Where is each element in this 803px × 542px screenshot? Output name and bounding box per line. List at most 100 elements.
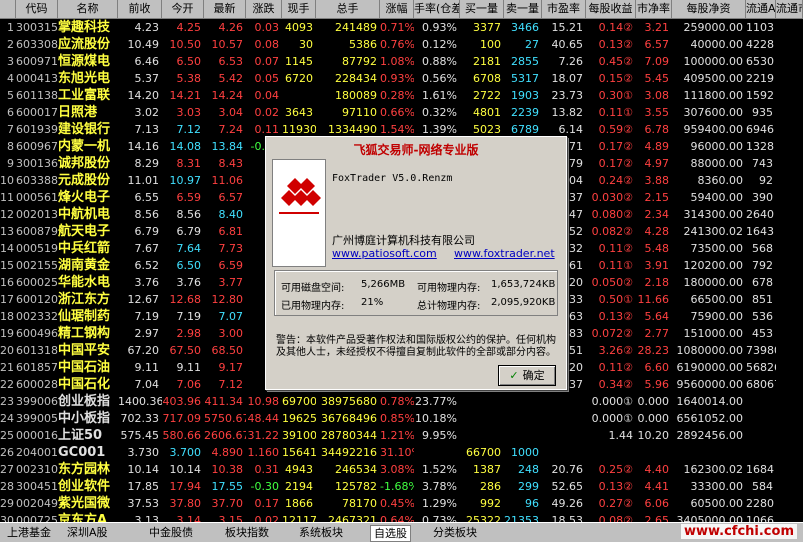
cell-value: 4943: [285, 463, 313, 476]
table-row[interactable]: 23 399006 创业板指 1400.36 403.96 411.34 10.98 6970…: [0, 393, 803, 410]
column-header[interactable]: 最新: [204, 0, 246, 18]
column-header[interactable]: 涨幅: [380, 0, 414, 18]
cell-value: 3.78%: [422, 480, 457, 493]
cell-value: 96: [525, 497, 539, 510]
patiosoft-link[interactable]: www.patiosoft.com: [332, 247, 437, 260]
cell-value: 0.02: [254, 514, 280, 522]
stock-code: 000725: [16, 514, 58, 522]
column-header[interactable]: 代码: [16, 0, 58, 18]
cell-value: 8.56: [134, 208, 160, 221]
column-header[interactable]: 市盈率: [542, 0, 586, 18]
column-header[interactable]: 每股收益: [586, 0, 636, 18]
column-header[interactable]: 今开: [162, 0, 204, 18]
cell-value: 5.37: [134, 72, 160, 85]
cell-value: 66700: [466, 446, 501, 459]
table-row[interactable]: 27 002310 东方园林 10.14 10.14 10.38 0.31 4943 24653…: [0, 461, 803, 478]
row-index: 10: [0, 174, 14, 187]
cell-value: 6.06: [644, 497, 670, 510]
cell-value: 1.160: [247, 446, 280, 459]
cell-value: 14.24: [211, 89, 244, 102]
table-row[interactable]: 1 300315 掌趣科技 4.23 4.25 4.26 0.03 4093 241489 0.7…: [0, 19, 803, 36]
cell-value: 73980: [746, 344, 776, 357]
column-header[interactable]: 买一量: [460, 0, 504, 18]
cell-value: 196252: [282, 412, 316, 425]
foxtrader-link[interactable]: www.foxtrader.net: [454, 247, 555, 260]
cell-value: 1387: [473, 463, 501, 476]
row-index: 26: [0, 446, 14, 459]
table-row[interactable]: 28 300451 创业软件 17.85 17.94 17.55 -0.30 2194 1257…: [0, 478, 803, 495]
cell-value: 935: [752, 106, 773, 119]
stock-name: 中航机电: [58, 207, 111, 222]
tab-6[interactable]: 分类板块: [430, 525, 480, 540]
column-header[interactable]: 流通市: [776, 0, 803, 18]
cell-value: 3.76: [134, 276, 160, 289]
tab-1[interactable]: 深圳A股: [64, 525, 111, 540]
ok-button[interactable]: ✓ 确定: [498, 365, 556, 386]
column-header[interactable]: 现手: [282, 0, 316, 18]
row-index: 13: [0, 225, 14, 238]
tab-5[interactable]: 自选股: [370, 525, 411, 542]
table-row[interactable]: 24 399005 中小板指 702.33 717.09 5750.67 48.44 1962…: [0, 410, 803, 427]
stock-code: 300315: [16, 21, 58, 34]
cell-value: 717.09: [162, 412, 202, 425]
cell-value: 13.84: [211, 140, 244, 153]
column-header[interactable]: [0, 0, 16, 18]
cell-value: 78170: [342, 497, 377, 510]
column-header[interactable]: 市净率: [636, 0, 672, 18]
stock-name: 建设银行: [58, 122, 111, 137]
tab-3[interactable]: 板块指数: [222, 525, 272, 540]
column-header[interactable]: 总手: [316, 0, 380, 18]
cell-value: 4.890: [211, 446, 244, 459]
table-row[interactable]: 29 002049 紫光国微 37.53 37.80 37.70 0.17 1866 78170…: [0, 495, 803, 512]
table-row[interactable]: 2 603308 应流股份 10.49 10.50 10.57 0.08 30 5386 0.76…: [0, 36, 803, 53]
cell-value: 2.77: [644, 327, 670, 340]
column-header[interactable]: 流通A股: [746, 0, 776, 18]
cell-value: 5.48: [644, 242, 670, 255]
cell-value: 0.13②: [598, 38, 633, 51]
cell-value: 180000.00: [683, 276, 744, 289]
cell-value: 0.76%: [380, 38, 414, 51]
table-row[interactable]: 30000725京东方A 3.13 3.14 3.15 0.02121172 246732…: [0, 512, 803, 522]
cell-value: 411.34: [204, 395, 244, 408]
tab-2[interactable]: 中金股债: [146, 525, 196, 540]
cell-value: 3466: [511, 21, 539, 34]
cell-value: 10.18%: [415, 412, 457, 425]
column-header[interactable]: 涨跌: [246, 0, 282, 18]
cell-value: 12.67: [127, 293, 160, 306]
disk-value: 5,266MB: [361, 279, 406, 290]
cell-value: 390: [752, 191, 773, 204]
cell-value: [460, 427, 504, 444]
column-header[interactable]: 手率(仓差: [414, 0, 460, 18]
column-header[interactable]: 每股净资: [672, 0, 746, 18]
table-row[interactable]: 4 000413 东旭光电 5.37 5.38 5.42 0.05 6720 228434 0.9…: [0, 70, 803, 87]
column-header[interactable]: 前收: [118, 0, 162, 18]
row-index: 25: [0, 429, 14, 442]
cell-value: 4.97: [644, 157, 670, 170]
cell-value: 1.52%: [422, 463, 457, 476]
table-row[interactable]: 5 601138 工业富联 14.20 14.21 14.24 0.04 180089 0.28…: [0, 87, 803, 104]
ok-label: 确定: [522, 369, 545, 382]
table-row[interactable]: 25 000016 上证50 575.45 580.66 2606.67 31.22 3910…: [0, 427, 803, 444]
stock-code: 002013: [16, 208, 58, 221]
cell-value: 1328: [746, 140, 774, 153]
cell-value: 314300.00: [683, 208, 744, 221]
cell-value: 6.50: [176, 55, 202, 68]
cell-value: 8.29: [134, 157, 160, 170]
cell-value: 6.59: [176, 191, 202, 204]
column-header[interactable]: 名称: [58, 0, 118, 18]
cell-value: 0.13②: [598, 310, 633, 323]
cell-value: 0.082②: [591, 225, 633, 238]
column-header[interactable]: 卖一量: [504, 0, 542, 18]
tab-0[interactable]: 上港基金: [4, 525, 54, 540]
table-row[interactable]: 6 600017 日照港 3.02 3.03 3.04 0.02 3643 97110 0.66%…: [0, 104, 803, 121]
stock-name: 烽火电子: [58, 190, 111, 205]
cell-value: 851: [752, 293, 773, 306]
cell-value: 23.73: [551, 89, 584, 102]
stock-code: 002155: [16, 259, 58, 272]
cell-value: 0.072②: [591, 327, 633, 340]
tab-4[interactable]: 系统板块: [296, 525, 346, 540]
table-row[interactable]: 26204001GC001 3.730 3.700 4.8901.1601564167…: [0, 444, 803, 461]
cell-value: 9560000.00: [676, 378, 743, 391]
cell-value: 87792: [342, 55, 377, 68]
table-row[interactable]: 3 600971 恒源煤电 6.46 6.50 6.53 0.07 1145 87792 1.08…: [0, 53, 803, 70]
